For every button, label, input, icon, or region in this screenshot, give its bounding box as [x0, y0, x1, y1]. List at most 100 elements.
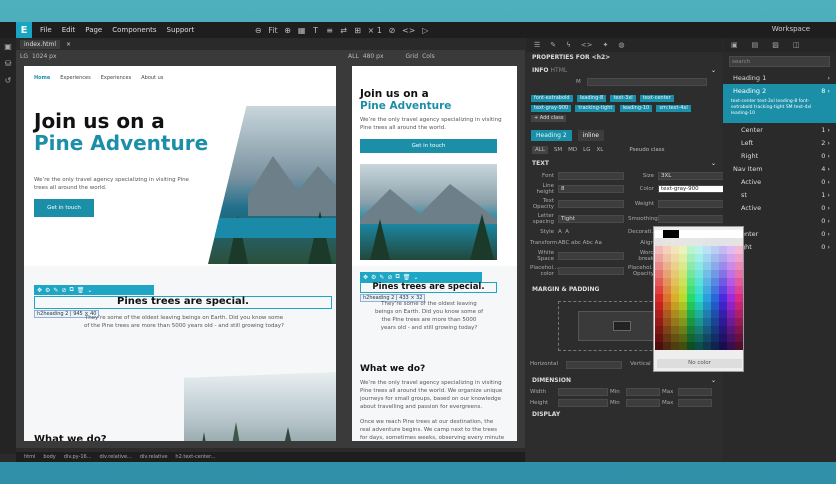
color-swatch[interactable]	[727, 326, 735, 334]
class-selector-inline[interactable]: inline	[577, 130, 605, 141]
color-swatch[interactable]	[719, 286, 727, 294]
color-swatch[interactable]	[663, 238, 671, 246]
files-icon[interactable]: ▤	[752, 41, 759, 49]
special-heading-mobile[interactable]: Pines trees are special.	[360, 282, 497, 292]
color-swatch[interactable]	[719, 342, 727, 350]
color-swatch[interactable]	[679, 334, 687, 342]
color-swatch[interactable]	[671, 294, 679, 302]
color-swatch[interactable]	[711, 326, 719, 334]
line-height-select[interactable]: 8	[558, 185, 624, 193]
breadcrumb-item[interactable]: h2.text-center...	[175, 454, 215, 460]
color-swatch[interactable]	[671, 334, 679, 342]
color-swatch[interactable]	[687, 310, 695, 318]
menu-page[interactable]: Page	[85, 26, 102, 34]
color-swatch[interactable]	[671, 342, 679, 350]
color-swatch[interactable]	[727, 318, 735, 326]
bp-all[interactable]: ALL	[532, 146, 548, 154]
color-swatch[interactable]	[703, 326, 711, 334]
color-swatch[interactable]	[671, 254, 679, 262]
close-tab-icon[interactable]: ×	[66, 41, 71, 48]
color-swatch[interactable]	[663, 246, 671, 254]
text-tool-icon[interactable]: T	[312, 26, 320, 35]
color-swatch[interactable]	[679, 294, 687, 302]
site-nav-home[interactable]: Home	[34, 75, 50, 81]
layers-icon[interactable]: ▣	[4, 42, 12, 51]
width-input[interactable]	[558, 388, 608, 396]
class-chip[interactable]: text-gray-900	[531, 105, 572, 112]
color-swatch[interactable]	[719, 262, 727, 270]
color-swatch[interactable]	[687, 294, 695, 302]
color-swatch[interactable]	[695, 326, 703, 334]
color-swatch[interactable]	[711, 294, 719, 302]
code-icon[interactable]: <>	[581, 41, 593, 49]
color-swatch[interactable]	[727, 246, 735, 254]
bp-md[interactable]: MD	[568, 147, 577, 153]
color-swatch[interactable]	[687, 246, 695, 254]
color-swatch[interactable]	[687, 342, 695, 350]
white-space-select[interactable]	[558, 252, 624, 260]
color-palette-popup[interactable]: No color	[653, 226, 744, 372]
color-swatch[interactable]	[671, 270, 679, 278]
color-swatch[interactable]	[711, 254, 719, 262]
color-swatch[interactable]	[655, 318, 663, 326]
color-swatch[interactable]	[655, 262, 663, 270]
breadcrumb-item[interactable]: div.relative...	[99, 454, 131, 460]
breadcrumb-item[interactable]: div.relative	[140, 454, 168, 460]
bp-xl[interactable]: XL	[596, 147, 603, 153]
add-class-button[interactable]: + Add class	[531, 115, 567, 122]
color-swatch[interactable]	[703, 278, 711, 286]
nav-item[interactable]: Right 0 ›	[723, 149, 836, 162]
color-swatch[interactable]	[679, 278, 687, 286]
color-swatch[interactable]	[687, 326, 695, 334]
color-swatch[interactable]	[703, 302, 711, 310]
color-swatch[interactable]	[695, 286, 703, 294]
nav-search-input[interactable]: search	[729, 56, 830, 67]
color-swatch[interactable]	[663, 294, 671, 302]
class-selector-heading2[interactable]: Heading 2	[531, 130, 572, 141]
text-opacity-select[interactable]	[558, 200, 624, 208]
color-swatch[interactable]	[703, 254, 711, 262]
nav-item[interactable]: Nav Item 4 ›	[723, 162, 836, 175]
color-swatch[interactable]	[695, 254, 703, 262]
globe-icon[interactable]: ◍	[618, 41, 624, 49]
nav-item[interactable]: Active 0 ›	[723, 201, 836, 214]
color-swatch[interactable]	[711, 238, 719, 246]
color-swatch[interactable]	[655, 342, 663, 350]
color-swatch[interactable]	[687, 230, 695, 238]
color-swatch[interactable]	[671, 310, 679, 318]
color-swatch[interactable]	[727, 278, 735, 286]
class-chip[interactable]: font-extrabold	[531, 95, 573, 102]
menu-file[interactable]: File	[40, 26, 52, 34]
color-swatch[interactable]	[671, 262, 679, 270]
color-swatch[interactable]	[695, 334, 703, 342]
menu-components[interactable]: Components	[112, 26, 156, 34]
color-swatch[interactable]	[687, 270, 695, 278]
nav-item[interactable]: Active 0 ›	[723, 175, 836, 188]
color-swatch[interactable]	[687, 318, 695, 326]
class-chip[interactable]: leading-10	[619, 105, 653, 112]
color-swatch[interactable]	[695, 270, 703, 278]
color-swatch[interactable]	[735, 302, 743, 310]
color-swatch[interactable]	[719, 326, 727, 334]
color-swatch[interactable]	[711, 342, 719, 350]
special-heading[interactable]: Pines trees are special.	[34, 296, 332, 307]
color-swatch[interactable]	[719, 334, 727, 342]
sliders-icon[interactable]: ☰	[534, 41, 540, 49]
color-swatch[interactable]	[655, 302, 663, 310]
placeholder-color-select[interactable]	[558, 267, 624, 275]
color-swatch[interactable]	[671, 318, 679, 326]
color-swatch[interactable]	[687, 334, 695, 342]
min-width-input[interactable]	[626, 388, 660, 396]
color-swatch[interactable]	[719, 302, 727, 310]
color-swatch[interactable]	[679, 326, 687, 334]
color-input[interactable]: text-gray-900	[658, 185, 724, 193]
viewport-width-left[interactable]: 1024 px	[32, 53, 57, 60]
color-swatch[interactable]	[703, 270, 711, 278]
site-nav-item[interactable]: About us	[141, 75, 163, 81]
selection-toolbar-mobile[interactable]: ✥ ⚙ ✎ ⊘ ⧉ 🗑 ⌄	[360, 272, 482, 282]
color-swatch[interactable]	[719, 238, 727, 246]
color-swatch[interactable]	[711, 270, 719, 278]
color-swatch[interactable]	[679, 230, 687, 238]
font-select[interactable]	[558, 172, 624, 180]
color-swatch[interactable]	[655, 238, 663, 246]
